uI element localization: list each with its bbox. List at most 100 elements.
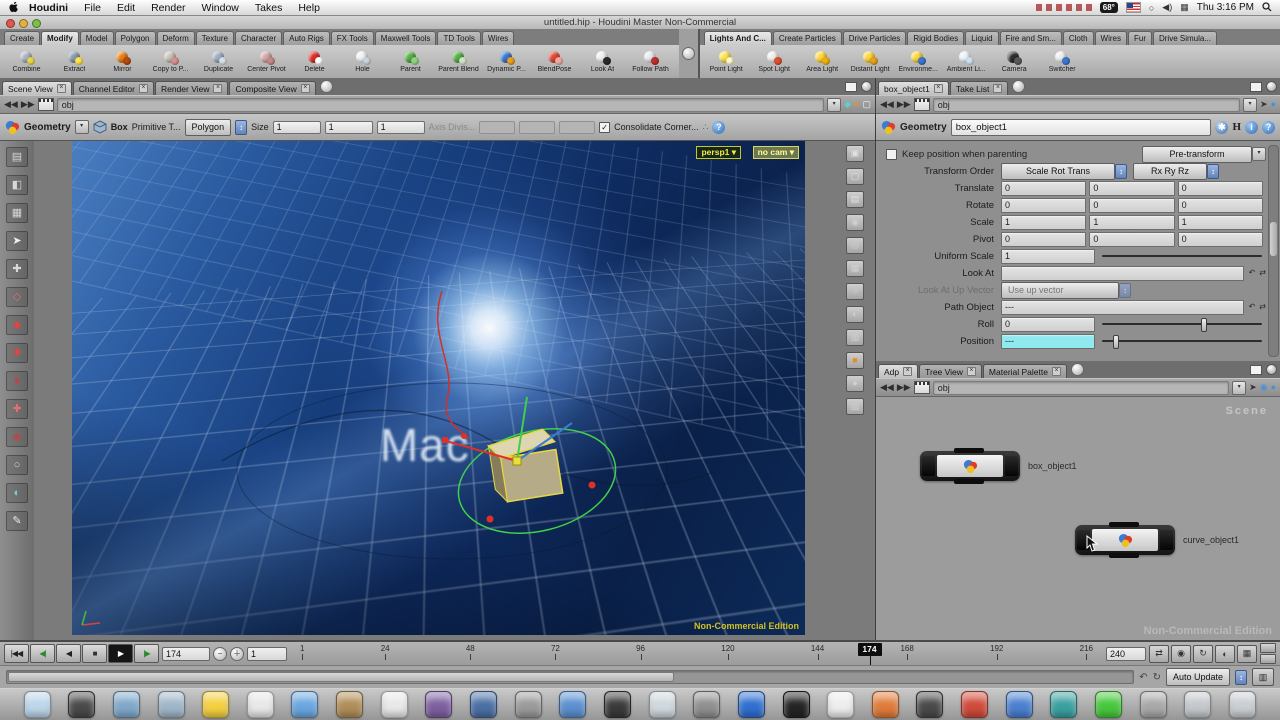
dock-icon[interactable] (470, 691, 497, 718)
viewport-display-icon[interactable]: ◐ (846, 306, 864, 323)
shelf-tab[interactable]: Drive Particles (843, 31, 907, 45)
consolidate-checkbox[interactable]: ✓ (599, 122, 610, 133)
dock-icon[interactable] (425, 691, 452, 718)
node-name-field[interactable]: box_object1 (951, 119, 1212, 136)
close-tab-icon[interactable]: × (934, 84, 943, 93)
viewport-tool-icon[interactable]: ◈ (6, 427, 28, 447)
shelf-tab[interactable]: FX Tools (331, 31, 374, 45)
shelf-tab[interactable]: Create (4, 31, 40, 45)
dock-icon[interactable] (693, 691, 720, 718)
path-dropdown-icon[interactable]: ▾ (1232, 381, 1246, 395)
uniform-scale-slider[interactable] (1102, 249, 1262, 263)
dock-icon[interactable] (1229, 691, 1256, 718)
dock-icon[interactable] (738, 691, 765, 718)
shelf-tool[interactable]: Follow Path (627, 51, 674, 73)
pane-tab[interactable]: Render View× (155, 81, 229, 95)
auto-update-select[interactable]: Auto Update (1166, 668, 1230, 686)
shelf-tool[interactable]: Switcher (1039, 51, 1086, 73)
close-tab-icon[interactable]: × (967, 367, 976, 376)
node-right-flag[interactable] (1160, 530, 1173, 550)
info-icon[interactable]: i (1245, 121, 1258, 134)
shelf-tool[interactable]: Mirror (99, 51, 146, 73)
dock-icon[interactable] (381, 691, 408, 718)
material-ball-icon[interactable]: ● (854, 100, 859, 109)
pane-menu-icon[interactable] (1266, 81, 1277, 92)
shelf-tool[interactable]: Dynamic P... (483, 51, 530, 73)
pretransform-menu[interactable]: Pre-transform (1142, 146, 1252, 163)
param-field-z[interactable]: 1 (1178, 215, 1263, 230)
playbar-option-icon[interactable]: ◉ (1171, 645, 1191, 663)
pin-icon[interactable]: ➤ (1249, 383, 1257, 392)
shelf-tab[interactable]: Lights And C... (704, 31, 772, 45)
shelf-tab[interactable]: Polygon (115, 31, 156, 45)
shelf-tool[interactable]: Look At (579, 51, 626, 73)
dock-icon[interactable] (68, 691, 95, 718)
playbar-option-icon[interactable]: ▦ (1237, 645, 1257, 663)
dock-icon[interactable] (1184, 691, 1211, 718)
param-field-z[interactable]: 0 (1178, 181, 1263, 196)
shelf-tool[interactable]: Distant Light (847, 51, 894, 73)
window-traffic-lights[interactable] (6, 19, 41, 28)
new-tab-button[interactable] (1071, 363, 1084, 376)
menu-item[interactable]: Render (151, 2, 185, 14)
playbar-option-icon[interactable]: ↻ (1193, 645, 1213, 663)
primitive-type-spinner[interactable]: ↕ (235, 120, 247, 135)
frame-decrement-button[interactable]: − (213, 647, 227, 661)
time-machine-icon[interactable]: ○ (1149, 3, 1154, 13)
dock-icon[interactable] (247, 691, 274, 718)
viewport-display-icon[interactable]: ▥ (846, 329, 864, 346)
shelf-tab[interactable]: Rigid Bodies (907, 31, 964, 45)
playbar-button[interactable]: ◀ (56, 644, 81, 663)
shelf-tab[interactable]: Cloth (1063, 31, 1094, 45)
path-field[interactable]: obj (933, 381, 1229, 395)
new-tab-button[interactable] (320, 80, 333, 93)
view-cube-icon[interactable]: ◆ (844, 100, 851, 109)
menu-item[interactable]: Houdini (29, 2, 68, 14)
search-icon[interactable]: ● (1271, 383, 1276, 392)
op-select-icon[interactable]: ⇄ (1259, 269, 1266, 277)
shelf-more-button[interactable] (682, 47, 695, 60)
frame-increment-button[interactable]: ＋ (230, 647, 244, 661)
istat-icon[interactable]: ▦ (1180, 2, 1189, 13)
pane-maximize-icon[interactable] (845, 82, 857, 92)
shelf-tool[interactable]: Center Pivot (243, 51, 290, 73)
shelf-tool[interactable]: Combine (3, 51, 50, 73)
dock-icon[interactable] (336, 691, 363, 718)
size-x-field[interactable]: 1 (273, 121, 321, 134)
op-select-icon[interactable]: ⇄ (1259, 303, 1266, 311)
viewport-tool-icon[interactable]: ◧ (6, 175, 28, 195)
shelf-tool[interactable]: Point Light (703, 51, 750, 73)
viewport-display-icon[interactable]: ■ (846, 352, 864, 369)
shelf-tool[interactable]: Delete (291, 51, 338, 73)
memory-gauge-icon[interactable]: ▥ (1252, 668, 1274, 686)
forward-icon[interactable]: ▶▶ (897, 383, 911, 392)
shelf-tool[interactable]: Ambient Li... (943, 51, 990, 73)
shelf-tab[interactable]: Drive Simula... (1153, 31, 1217, 45)
playbar-button[interactable]: ◀| (30, 644, 55, 663)
viewport-tool-icon[interactable]: ▦ (6, 203, 28, 223)
dock-icon[interactable] (1140, 691, 1167, 718)
shelf-tab[interactable]: Fire and Sm... (1000, 31, 1062, 45)
dock-icon[interactable] (783, 691, 810, 718)
close-tab-icon[interactable]: × (1052, 367, 1061, 376)
path-field[interactable]: obj (933, 98, 1240, 112)
shelf-tab[interactable]: Wires (482, 31, 514, 45)
pane-tab[interactable]: Adp× (878, 364, 918, 378)
playbar-button[interactable]: ■ (82, 644, 107, 663)
shelf-tab[interactable]: Create Particles (773, 31, 842, 45)
position-field[interactable]: --- (1001, 334, 1095, 349)
look-at-field[interactable] (1001, 266, 1244, 281)
param-field-y[interactable]: 0 (1089, 181, 1174, 196)
context-dropdown-icon[interactable]: ▾ (75, 120, 89, 134)
viewport-display-icon[interactable]: ▣ (846, 145, 864, 162)
dock-icon[interactable] (158, 691, 185, 718)
temperature-widget[interactable]: 68° (1100, 2, 1118, 13)
back-icon[interactable]: ◀◀ (880, 100, 894, 109)
close-tab-icon[interactable]: × (57, 84, 66, 93)
pane-tab[interactable]: Channel Editor× (73, 81, 154, 95)
param-field-x[interactable]: 1 (1001, 215, 1086, 230)
viewport-display-icon[interactable]: ● (846, 375, 864, 392)
viewport-display-icon[interactable]: ▨ (846, 398, 864, 415)
back-icon[interactable]: ◀◀ (880, 383, 894, 392)
param-field-x[interactable]: 0 (1001, 198, 1086, 213)
